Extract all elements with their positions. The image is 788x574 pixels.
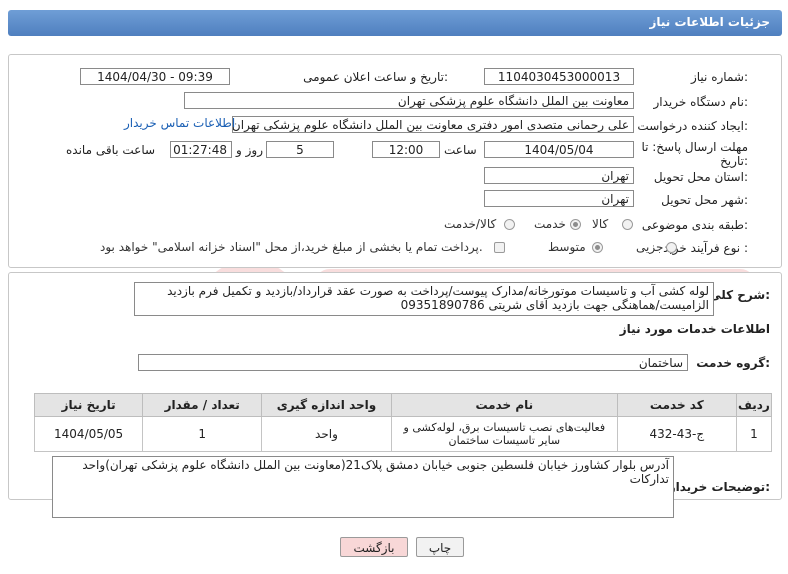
cell-service-code: ج-43-432 — [616, 416, 737, 452]
col-header-row: ردیف — [735, 393, 773, 417]
province-label: استان محل تحویل: — [653, 170, 748, 184]
days-remaining-field: 5 — [266, 141, 334, 158]
services-section-title: اطلاعات خدمات مورد نیاز — [619, 322, 770, 336]
treasury-note: پرداخت تمام یا بخشی از مبلغ خرید،از محل … — [100, 240, 483, 254]
category-option-service: خدمت — [534, 217, 566, 231]
remaining-time-field: 01:27:48 — [170, 141, 232, 158]
category-radio-service[interactable] — [570, 219, 581, 230]
category-radio-goods-service[interactable] — [504, 219, 515, 230]
service-group-label: گروه خدمت: — [696, 356, 770, 370]
page-title: جزئیات اطلاعات نیاز — [649, 15, 770, 29]
province-field: تهران — [484, 167, 634, 184]
col-header-name: نام خدمت — [390, 393, 618, 417]
table-row: 1 ج-43-432 فعالیت‌های نصب تاسیسات برق، ل… — [33, 416, 773, 452]
creator-field: علی رحمانی متصدی امور دفتری معاونت بین ا… — [232, 116, 634, 133]
deadline-label: مهلت ارسال پاسخ: تا — [641, 140, 748, 154]
col-header-unit: واحد اندازه گیری — [261, 393, 392, 417]
description-textarea: لوله کشی آب و تاسیسات موتورخانه/مدارک پی… — [134, 282, 714, 316]
city-label: شهر محل تحویل: — [661, 193, 748, 207]
announce-field: 1404/04/30 - 09:39 — [80, 68, 230, 85]
need-info-panel — [8, 54, 782, 268]
category-radio-goods[interactable] — [622, 219, 633, 230]
city-field: تهران — [484, 190, 634, 207]
buyer-notes-textarea: آدرس بلوار کشاورز خیابان فلسطین جنوبی خی… — [52, 456, 674, 518]
process-option-medium: متوسط — [548, 240, 586, 254]
process-radio-medium[interactable] — [592, 242, 603, 253]
category-option-goods-service: کالا/خدمت — [444, 217, 497, 231]
time-label: ساعت — [444, 143, 477, 157]
need-number-label: شماره نیاز: — [690, 70, 748, 84]
cell-quantity: 1 — [142, 416, 263, 452]
col-header-code: کد خدمت — [616, 393, 737, 417]
deadline-date-field: 1404/05/04 — [484, 141, 634, 158]
buyer-notes-label: توضیحات خریدار: — [668, 480, 770, 494]
cell-unit: واحد — [261, 416, 392, 452]
creator-label: ایجاد کننده درخواست: — [637, 119, 748, 133]
deadline-time-field: 12:00 — [372, 141, 440, 158]
deadline-date-label: تاریخ: — [720, 154, 748, 168]
process-option-minor: جزیی — [636, 240, 664, 254]
services-table: ردیف کد خدمت نام خدمت واحد اندازه گیری ت… — [33, 393, 773, 452]
col-header-quantity: تعداد / مقدار — [142, 393, 263, 417]
remaining-label: ساعت باقی مانده — [66, 143, 156, 157]
buyer-org-label: نام دستگاه خریدار: — [653, 95, 749, 109]
days-label: روز و — [236, 143, 263, 157]
page-header: جزئیات اطلاعات نیاز — [8, 10, 782, 36]
announce-label: تاریخ و ساعت اعلان عمومی: — [303, 70, 448, 84]
col-header-date: تاریخ نیاز — [33, 393, 144, 417]
category-option-goods: کالا — [592, 217, 609, 231]
cell-service-name: فعالیت‌های نصب تاسیسات برق، لوله‌کشی و س… — [390, 416, 618, 452]
print-button[interactable]: چاپ — [416, 537, 464, 557]
category-label: طبقه بندی موضوعی: — [641, 218, 748, 232]
cell-need-date: 1404/05/05 — [33, 416, 144, 452]
contact-info-link[interactable]: اطلاعات تماس خریدار — [124, 116, 235, 130]
process-radio-minor[interactable] — [666, 242, 677, 253]
services-table-header: ردیف کد خدمت نام خدمت واحد اندازه گیری ت… — [33, 393, 773, 417]
need-number-field: 1104030453000013 — [484, 68, 634, 85]
back-button[interactable]: بازگشت — [340, 537, 408, 557]
buyer-org-field: معاونت بین الملل دانشگاه علوم پزشکی تهرا… — [184, 92, 634, 109]
service-group-field: ساختمان — [138, 354, 688, 371]
cell-row-number: 1 — [735, 416, 773, 452]
treasury-checkbox[interactable] — [494, 242, 505, 253]
